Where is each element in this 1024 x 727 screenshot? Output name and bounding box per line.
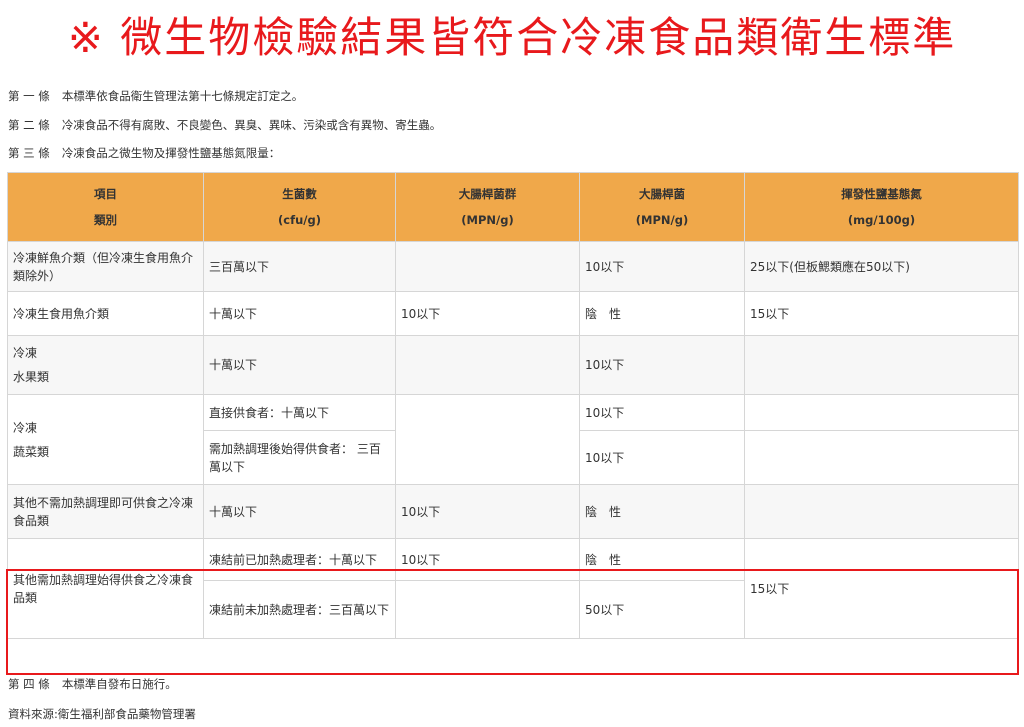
table-row: 冷凍 水果類 十萬以下 10以下 xyxy=(7,335,1019,395)
cell-coliform: 10以下 xyxy=(395,291,580,336)
cell-ecoli: 50以下 xyxy=(579,580,745,639)
table-row: 冷凍 蔬菜類 直接供食者：十萬以下 10以下 xyxy=(7,394,1019,485)
clause-2: 第 二 條冷凍食品不得有腐敗、不良變色、異臭、異味、污染或含有異物、寄生蟲。 xyxy=(8,117,441,133)
cell-coliform: 10以下 xyxy=(395,538,580,581)
clause-text: 本標準自發布日施行。 xyxy=(61,677,177,691)
cell-category: 冷凍 蔬菜類 xyxy=(7,394,204,485)
cell-ecoli: 陰 性 xyxy=(579,291,745,336)
cell-vbn xyxy=(744,394,1019,431)
header-category: 項目 類別 xyxy=(7,172,204,242)
cell-bacteria: 十萬以下 xyxy=(203,335,396,395)
clause-number: 第 一 條 xyxy=(8,89,50,103)
cell-bacteria: 需加熱調理後始得供食者： 三百萬以下 xyxy=(203,430,396,485)
cell-ecoli: 10以下 xyxy=(579,241,745,292)
clause-1: 第 一 條本標準依食品衛生管理法第十七條規定訂定之。 xyxy=(8,88,303,104)
clause-text: 冷凍食品之微生物及揮發性鹽基態氮限量： xyxy=(61,146,281,160)
cell-bacteria: 三百萬以下 xyxy=(203,241,396,292)
clause-number: 第 三 條 xyxy=(8,146,50,160)
cell-vbn xyxy=(744,430,1019,485)
table-row: 冷凍鮮魚介類（但冷凍生食用魚介類除外） 三百萬以下 10以下 25以下(但板鰓類… xyxy=(7,241,1019,292)
page-headline: ※ 微生物檢驗結果皆符合冷凍食品類衛生標準 xyxy=(67,13,957,62)
microbial-limits-table: 項目 類別 生菌數 (cfu/g) 大腸桿菌群 (MPN/g) 大腸桿菌 (MPN/g)… xyxy=(7,172,1019,639)
cell-ecoli: 10以下 xyxy=(579,430,745,485)
cell-bacteria: 十萬以下 xyxy=(203,484,396,539)
cell-vbn: 15以下 xyxy=(744,291,1019,336)
cell-category: 其他需加熱調理始得供食之冷凍食品類 xyxy=(7,538,204,639)
header-bacteria-count: 生菌數 (cfu/g) xyxy=(203,172,396,242)
cell-ecoli: 陰 性 xyxy=(579,538,745,581)
cell-ecoli: 10以下 xyxy=(579,335,745,395)
clause-3: 第 三 條冷凍食品之微生物及揮發性鹽基態氮限量： xyxy=(8,145,280,161)
cell-vbn xyxy=(744,484,1019,539)
cell-bacteria: 十萬以下 xyxy=(203,291,396,336)
clause-number: 第 四 條 xyxy=(8,677,50,691)
cell-bacteria: 凍結前已加熱處理者：十萬以下 xyxy=(203,538,396,581)
cell-bacteria: 直接供食者：十萬以下 xyxy=(203,394,396,431)
table-header-row: 項目 類別 生菌數 (cfu/g) 大腸桿菌群 (MPN/g) 大腸桿菌 (MPN/g)… xyxy=(7,172,1019,242)
cell-ecoli: 10以下 xyxy=(579,394,745,431)
cell-vbn: 25以下(但板鰓類應在50以下) xyxy=(744,241,1019,292)
cell-coliform: 10以下 xyxy=(395,484,580,539)
cell-vbn: 15以下 xyxy=(744,538,1019,639)
header-coliform: 大腸桿菌群 (MPN/g) xyxy=(395,172,580,242)
cell-bacteria: 凍結前未加熱處理者：三百萬以下 xyxy=(203,580,396,639)
cell-category: 冷凍生食用魚介類 xyxy=(7,291,204,336)
cell-category: 其他不需加熱調理即可供食之冷凍食品類 xyxy=(7,484,204,539)
header-vbn: 揮發性鹽基態氮 (mg/100g) xyxy=(744,172,1019,242)
clause-text: 本標準依食品衛生管理法第十七條規定訂定之。 xyxy=(61,89,304,103)
cell-coliform xyxy=(395,394,580,485)
cell-coliform xyxy=(395,335,580,395)
cell-ecoli: 陰 性 xyxy=(579,484,745,539)
table-row: 其他需加熱調理始得供食之冷凍食品類 凍結前已加熱處理者：十萬以下 10以下 陰 … xyxy=(7,538,1019,639)
cell-category: 冷凍鮮魚介類（但冷凍生食用魚介類除外） xyxy=(7,241,204,292)
table-row: 其他不需加熱調理即可供食之冷凍食品類 十萬以下 10以下 陰 性 xyxy=(7,484,1019,539)
table-row: 冷凍生食用魚介類 十萬以下 10以下 陰 性 15以下 xyxy=(7,291,1019,336)
cell-coliform xyxy=(395,241,580,292)
clause-text: 冷凍食品不得有腐敗、不良變色、異臭、異味、污染或含有異物、寄生蟲。 xyxy=(61,118,442,132)
clause-4: 第 四 條本標準自發布日施行。 xyxy=(8,676,177,692)
clause-number: 第 二 條 xyxy=(8,118,50,132)
cell-vbn xyxy=(744,335,1019,395)
cell-category: 冷凍 水果類 xyxy=(7,335,204,395)
source-note: 資料來源:衛生福利部食品藥物管理署 xyxy=(8,707,196,721)
cell-coliform xyxy=(395,580,580,639)
header-ecoli: 大腸桿菌 (MPN/g) xyxy=(579,172,745,242)
